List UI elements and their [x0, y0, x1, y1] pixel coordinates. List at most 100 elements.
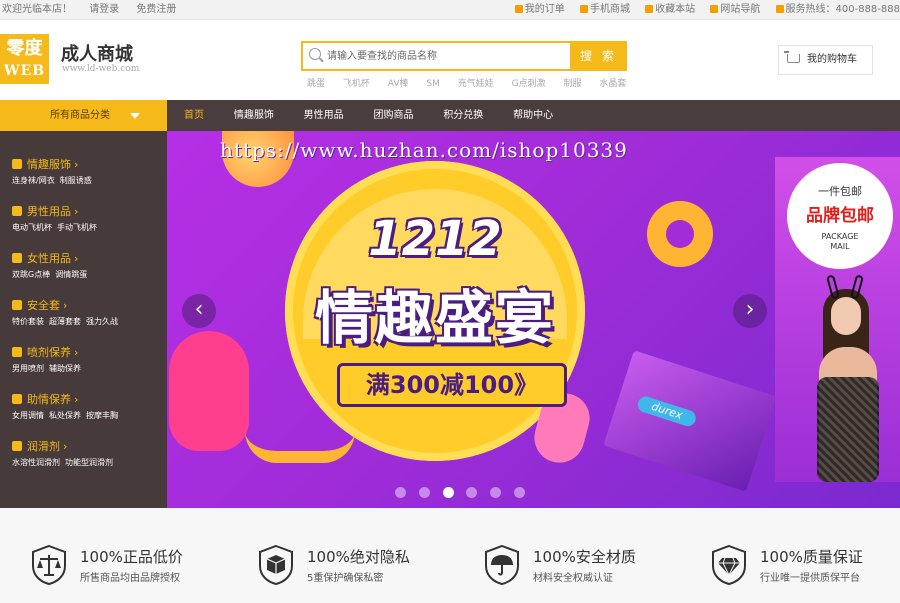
subcategory-link[interactable]: 制服诱惑 [60, 176, 92, 185]
all-categories-button[interactable]: 所有商品分类 [0, 100, 167, 131]
nav-item-lingerie[interactable]: 情趣服饰 [234, 100, 274, 131]
product-box-label: durex [635, 394, 698, 429]
subcategory-link[interactable]: 功能型润滑剂 [65, 458, 113, 467]
hot-word[interactable]: 水晶套 [599, 79, 626, 89]
slide-dot[interactable] [490, 487, 502, 498]
badge-line: 一件包邮 [818, 185, 862, 198]
bag-icon [12, 206, 22, 216]
order-icon [514, 5, 523, 13]
nav-item-group-buy[interactable]: 团购商品 [373, 100, 413, 131]
chevron-right-icon: › [74, 252, 79, 265]
box-icon [259, 544, 293, 586]
side-ad[interactable]: 一件包邮 品牌包邮 PACKAGE MAIL [775, 157, 900, 482]
slide-dot[interactable] [466, 487, 478, 498]
condom-icon [12, 300, 22, 310]
subcategory-link[interactable]: 按摩丰胸 [86, 411, 118, 420]
slide-dot-active[interactable] [442, 487, 454, 498]
banner-promo: 满300减100》 [337, 363, 567, 407]
hot-word[interactable]: G点刺激 [512, 79, 546, 89]
subcategory-link[interactable]: 超薄套套 [49, 317, 81, 326]
site-logo[interactable]: 零度 WEB [0, 34, 49, 84]
subcategory-link[interactable]: 辅助保养 [49, 364, 81, 373]
welcome-text: 欢迎光临本店！ [2, 4, 72, 15]
site-nav-link[interactable]: 网站导航 [710, 4, 760, 15]
cart-label: 我的购物车 [807, 54, 857, 65]
phone-icon [579, 5, 588, 13]
feature-item: 100%绝对隐私 5重保护确保私密 [257, 542, 457, 590]
category-item[interactable]: 助情保养 › 女用调情 私处保养 按摩丰胸 [0, 392, 167, 439]
hot-word[interactable]: 充气娃娃 [458, 79, 494, 89]
category-item[interactable]: 情趣服饰 › 连身袜/网衣 制服诱惑 [0, 157, 167, 204]
nav-item-men[interactable]: 男性用品 [304, 100, 344, 131]
category-item[interactable]: 安全套 › 特价套装 超薄套套 强力久战 [0, 298, 167, 345]
nav-item-points[interactable]: 积分兑换 [443, 100, 483, 131]
dress-icon [12, 159, 22, 169]
banner-title: 情趣盛宴 [314, 284, 555, 352]
service-features: 100%正品低价 所售商品均由品牌授权 100%绝对隐私 5重保护确保私密 10… [0, 508, 900, 603]
register-link[interactable]: 免费注册 [136, 4, 176, 15]
badge-line: PACKAGE [821, 232, 859, 241]
search-icon [309, 48, 321, 60]
search-box: 搜 索 [301, 41, 627, 71]
mobile-store-link[interactable]: 手机商城 [579, 4, 630, 15]
umbrella-icon [485, 544, 519, 586]
nav-item-help[interactable]: 帮助中心 [513, 100, 553, 131]
subcategory-link[interactable]: 强力久战 [86, 317, 118, 326]
nav-item-home[interactable]: 首页 [184, 100, 204, 131]
slide-dot[interactable] [418, 487, 430, 498]
category-sidebar: 情趣服饰 › 连身袜/网衣 制服诱惑 男性用品 › 电动飞机杯 手动飞机杯 女性用品 › … [0, 131, 167, 508]
subcategory-link[interactable]: 手动飞机杯 [57, 223, 97, 232]
scale-icon [32, 544, 66, 586]
hot-word[interactable]: SM [426, 79, 439, 89]
hero-banner[interactable]: durex 1212 情趣盛宴 满300减100》 ‹ › 一件包邮 品牌包邮 … [167, 131, 900, 508]
hot-word[interactable]: 跳蛋 [307, 79, 325, 89]
subcategory-link[interactable]: 私处保养 [49, 411, 81, 420]
hot-word[interactable]: AV棒 [388, 79, 409, 89]
next-slide-button[interactable]: › [733, 294, 767, 328]
hotline: 服务热线：400-888-888 [775, 4, 900, 15]
slide-dot[interactable] [395, 487, 406, 498]
category-item[interactable]: 女性用品 › 双跳G点棒 调情跳蛋 [0, 251, 167, 298]
menu-icon [710, 5, 719, 13]
logo-text-bottom: WEB [3, 63, 46, 79]
chevron-right-icon: › [74, 393, 79, 406]
hot-word[interactable]: 制服 [564, 79, 582, 89]
feature-subtitle: 行业唯一提供质保平台 [760, 573, 860, 584]
subcategory-link[interactable]: 水溶性润滑剂 [12, 458, 60, 467]
my-orders-link[interactable]: 我的订单 [514, 4, 565, 15]
chevron-right-icon: › [74, 205, 79, 218]
bottle-icon [12, 441, 22, 451]
category-item[interactable]: 男性用品 › 电动飞机杯 手动飞机杯 [0, 204, 167, 251]
cart-icon [784, 51, 800, 63]
category-item[interactable]: 润滑剂 › 水溶性润滑剂 功能型润滑剂 [0, 439, 167, 486]
feature-subtitle: 材料安全权威认证 [533, 573, 613, 584]
search-button[interactable]: 搜 索 [570, 41, 627, 71]
favorite-link[interactable]: 收藏本站 [645, 4, 695, 15]
brand-url: www.ld-web.com [62, 64, 140, 74]
badge-headline: 品牌包邮 [806, 206, 874, 226]
prev-slide-button[interactable]: ‹ [182, 294, 216, 328]
search-input[interactable] [327, 45, 567, 67]
feature-title: 100%正品低价 [80, 548, 183, 566]
hand-icon [12, 394, 22, 404]
top-bar: 欢迎光临本店！ 请登录 免费注册 我的订单 手机商城 收藏本站 网站导航 服务热… [0, 0, 900, 20]
slide-dot[interactable] [514, 487, 526, 498]
subcategory-link[interactable]: 电动飞机杯 [12, 223, 52, 232]
feature-item: 100%质量保证 行业唯一提供质保平台 [710, 542, 900, 590]
hot-words: 跳蛋 飞机杯 AV棒 SM 充气娃娃 G点刺激 制服 水晶套 [307, 76, 641, 89]
hot-word[interactable]: 飞机杯 [343, 79, 370, 89]
category-item[interactable]: 喷剂保养 › 男用喷剂 辅助保养 [0, 345, 167, 392]
chevron-right-icon: › [63, 440, 68, 453]
subcategory-link[interactable]: 特价套装 [12, 317, 44, 326]
watermark-text: https://www.huzhan.com/ishop10339 [220, 138, 628, 162]
subcategory-link[interactable]: 男用喷剂 [12, 364, 44, 373]
feature-subtitle: 所售商品均由品牌授权 [80, 573, 180, 584]
login-link[interactable]: 请登录 [89, 4, 119, 15]
subcategory-link[interactable]: 调情跳蛋 [55, 270, 87, 279]
badge-line: MAIL [830, 242, 850, 251]
subcategory-link[interactable]: 连身袜/网衣 [12, 176, 55, 185]
subcategory-link[interactable]: 双跳G点棒 [12, 270, 50, 279]
cart-button[interactable]: 我的购物车 [778, 45, 873, 75]
subcategory-link[interactable]: 女用调情 [12, 411, 44, 420]
feature-title: 100%绝对隐私 [307, 548, 410, 566]
